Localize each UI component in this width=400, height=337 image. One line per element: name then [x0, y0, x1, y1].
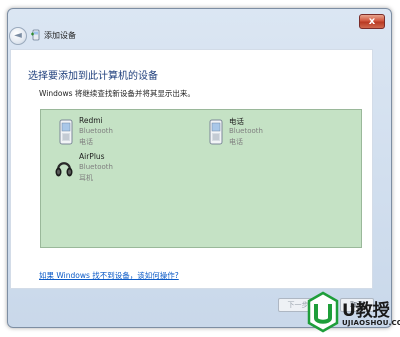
add-device-icon [31, 29, 40, 41]
page-heading: 选择要添加到此计算机的设备 [28, 71, 158, 82]
device-item-phone[interactable]: 电话 Bluetooth 电话 [203, 116, 293, 150]
device-category: 电话 [229, 138, 243, 146]
back-arrow-icon: ◄ [14, 30, 22, 41]
headset-icon [55, 162, 73, 177]
device-item-airplus[interactable]: AirPlus Bluetooth 耳机 [53, 152, 143, 186]
device-name: 电话 [229, 117, 244, 126]
device-type: Bluetooth [79, 127, 113, 135]
device-category: 耳机 [79, 174, 93, 182]
device-name: AirPlus [79, 152, 105, 161]
watermark: U教授 UJIAOSHOU.COM [306, 291, 400, 335]
watermark-logo-icon [307, 291, 339, 333]
close-button[interactable]: x [359, 14, 385, 29]
device-category: 电话 [79, 138, 93, 146]
device-item-redmi[interactable]: Redmi Bluetooth 电话 [53, 116, 143, 150]
phone-icon [59, 119, 73, 145]
device-type: Bluetooth [229, 127, 263, 135]
phone-icon [209, 119, 223, 145]
watermark-url: UJIAOSHOU.COM [342, 319, 400, 327]
device-type: Bluetooth [79, 163, 113, 171]
device-name: Redmi [79, 116, 103, 125]
search-status-text: Windows 将继续查找新设备并将其显示出来。 [39, 89, 195, 98]
device-list: Redmi Bluetooth 电话 电话 Bluetooth 电话 AirPl… [40, 109, 362, 248]
help-link[interactable]: 如果 Windows 找不到设备，该如何操作? [39, 270, 179, 281]
window-title: 添加设备 [44, 31, 76, 40]
back-button[interactable]: ◄ [9, 27, 27, 45]
watermark-brand: U教授 [342, 301, 390, 321]
